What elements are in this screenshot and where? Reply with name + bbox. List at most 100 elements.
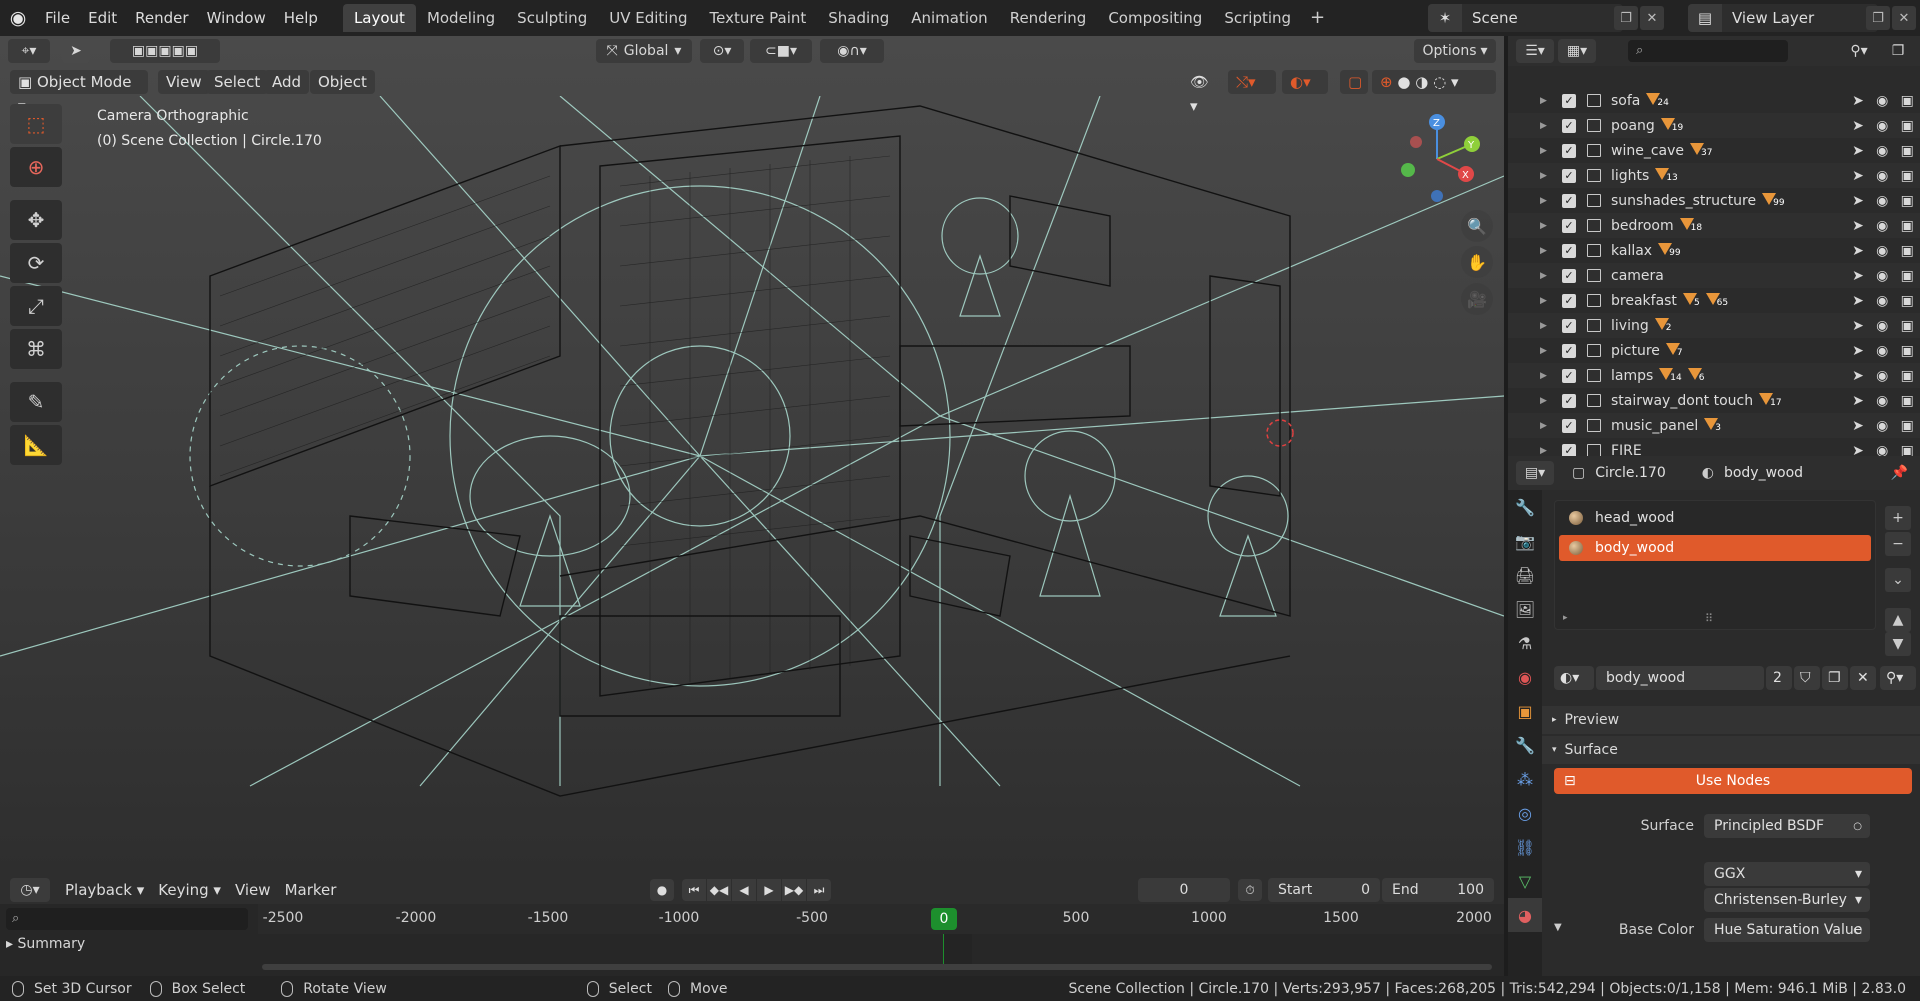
base-color-field[interactable]: Hue Saturation Value ○ <box>1704 918 1870 942</box>
delete-scene-icon[interactable]: ✕ <box>1640 6 1664 30</box>
menu-playback[interactable]: Playback ▾ <box>58 881 151 899</box>
eye-icon[interactable]: ◉ <box>1876 168 1888 184</box>
menu-add[interactable]: Add <box>264 70 310 94</box>
camera-render-icon[interactable]: ▣ <box>1901 168 1914 184</box>
jump-keyframe-forward-icon[interactable]: ▶◆ <box>782 879 806 901</box>
outliner-editor-type-icon[interactable]: ☰▾ <box>1516 39 1554 63</box>
camera-render-icon[interactable]: ▣ <box>1901 418 1914 434</box>
summary-channel[interactable]: ▸ Summary <box>6 936 85 952</box>
exclude-checkbox[interactable]: ✓ <box>1562 168 1576 183</box>
record-icon[interactable]: ● <box>650 879 674 901</box>
outliner-row[interactable]: ▶ ✓ FIRE ➤ ◉ ▣ <box>1508 438 1920 456</box>
expand-triangle-icon[interactable]: ▶ <box>1540 446 1547 456</box>
expand-triangle-icon[interactable]: ▶ <box>1540 121 1547 131</box>
outliner-row[interactable]: ▶ ✓ sunshades_structure 99 ➤ ◉ ▣ <box>1508 188 1920 213</box>
pan-hand-icon[interactable]: ✋ <box>1461 246 1493 278</box>
selectable-arrow-icon[interactable]: ➤ <box>1852 168 1864 184</box>
material-slot[interactable]: body_wood <box>1559 535 1871 561</box>
camera-render-icon[interactable]: ▣ <box>1901 93 1914 109</box>
output-tab-icon[interactable]: 🖨 <box>1508 558 1542 592</box>
delete-view-layer-icon[interactable]: ✕ <box>1892 6 1916 30</box>
eye-icon[interactable]: ◉ <box>1876 268 1888 284</box>
exclude-checkbox[interactable]: ✓ <box>1562 368 1576 383</box>
tab-layout[interactable]: Layout <box>342 4 416 32</box>
cursor-tool-icon[interactable]: ⊕ <box>10 147 62 187</box>
tab-sculpting[interactable]: Sculpting <box>506 4 598 32</box>
tab-texture-paint[interactable]: Texture Paint <box>698 4 817 32</box>
select-cursor-icon[interactable]: ➤ <box>62 39 90 63</box>
exclude-checkbox[interactable]: ✓ <box>1562 193 1576 208</box>
expand-triangle-icon[interactable]: ▶ <box>1540 171 1547 181</box>
timeline-scrollbar[interactable] <box>262 964 1492 970</box>
menu-marker[interactable]: Marker <box>278 881 344 899</box>
selectable-arrow-icon[interactable]: ➤ <box>1852 343 1864 359</box>
selectable-arrow-icon[interactable]: ➤ <box>1852 268 1864 284</box>
frame-ruler[interactable]: -2500 -2000 -1500 -1000 -500 0 500 1000 … <box>258 904 1504 934</box>
solid-shading-icon[interactable]: ● <box>1397 73 1410 91</box>
render-tab-icon[interactable]: 📷 <box>1508 524 1542 558</box>
outliner-row[interactable]: ▶ ✓ lamps 14 6 ➤ ◉ ▣ <box>1508 363 1920 388</box>
slot-specials-button[interactable]: ⌄ <box>1885 568 1911 592</box>
zoom-icon[interactable]: 🔍 <box>1461 210 1493 242</box>
expand-triangle-icon[interactable]: ▶ <box>1540 321 1547 331</box>
camera-render-icon[interactable]: ▣ <box>1901 143 1914 159</box>
selectable-arrow-icon[interactable]: ➤ <box>1852 318 1864 334</box>
user-count-badge[interactable]: 2 <box>1766 666 1792 690</box>
expand-triangle-icon[interactable]: ▶ <box>1540 371 1547 381</box>
eye-icon[interactable]: ◉ <box>1876 143 1888 159</box>
data-tab-icon[interactable]: ▽ <box>1508 864 1542 898</box>
expand-triangle-icon[interactable]: ▸ <box>1563 613 1568 623</box>
object-tab-icon[interactable]: ▣ <box>1508 694 1542 728</box>
material-tab-icon[interactable]: ◕ <box>1508 898 1542 932</box>
tab-rendering[interactable]: Rendering <box>999 4 1098 32</box>
link-dropdown-icon[interactable]: ⚲▾ <box>1880 666 1916 690</box>
eye-icon[interactable]: ◉ <box>1876 393 1888 409</box>
camera-render-icon[interactable]: ▣ <box>1901 293 1914 309</box>
camera-render-icon[interactable]: ▣ <box>1901 218 1914 234</box>
object-mode-dropdown[interactable]: ▣ Object Mode ▾ <box>10 70 148 115</box>
surface-shader-field[interactable]: Principled BSDF ○ <box>1704 814 1870 838</box>
outliner-row[interactable]: ▶ ✓ breakfast 5 65 ➤ ◉ ▣ <box>1508 288 1920 313</box>
move-slot-up-button[interactable]: ▲ <box>1885 608 1911 632</box>
material-slot[interactable]: head_wood <box>1559 505 1871 531</box>
physics-tab-icon[interactable]: ◎ <box>1508 796 1542 830</box>
resize-grip-icon[interactable]: ⠿ <box>1705 612 1713 625</box>
3d-viewport[interactable]: ⌖▾ ➤ ▣▣▣▣▣ ⤧ Global ▾ ⊙▾ ⊂■▾ ◉∩▾ Options… <box>0 36 1504 876</box>
menu-object[interactable]: Object <box>310 70 375 94</box>
exclude-checkbox[interactable]: ✓ <box>1562 243 1576 258</box>
eye-icon[interactable]: ◉ <box>1876 418 1888 434</box>
eye-icon[interactable]: ◉ <box>1876 443 1888 457</box>
measure-tool-icon[interactable]: 📐 <box>10 425 62 465</box>
subsurface-method-dropdown[interactable]: Christensen-Burley ▾ <box>1704 888 1870 912</box>
unlink-material-icon[interactable]: ✕ <box>1850 666 1876 690</box>
menu-file[interactable]: File <box>36 0 79 36</box>
jump-keyframe-back-icon[interactable]: ◆◀ <box>707 879 731 901</box>
selectable-arrow-icon[interactable]: ➤ <box>1852 93 1864 109</box>
play-reverse-icon[interactable]: ◀ <box>732 879 756 901</box>
options-dropdown[interactable]: Options ▾ <box>1414 39 1496 63</box>
duplicate-material-icon[interactable]: ❐ <box>1822 666 1848 690</box>
camera-render-icon[interactable]: ▣ <box>1901 368 1914 384</box>
expand-triangle-icon[interactable]: ▶ <box>1540 146 1547 156</box>
eye-icon[interactable]: ◉ <box>1876 118 1888 134</box>
camera-render-icon[interactable]: ▣ <box>1901 193 1914 209</box>
menu-edit[interactable]: Edit <box>79 0 126 36</box>
outliner-row[interactable]: ▶ ✓ picture 7 ➤ ◉ ▣ <box>1508 338 1920 363</box>
annotate-tool-icon[interactable]: ✎ <box>10 382 62 422</box>
expand-triangle-icon[interactable]: ▶ <box>1540 421 1547 431</box>
snap-icon[interactable]: ⊂■▾ <box>750 39 812 63</box>
playhead-frame-indicator[interactable]: 0 <box>931 908 957 930</box>
tab-scripting[interactable]: Scripting <box>1213 4 1302 32</box>
camera-render-icon[interactable]: ▣ <box>1901 343 1914 359</box>
visibility-icon[interactable]: 👁▾ <box>1182 70 1222 115</box>
camera-render-icon[interactable]: ▣ <box>1901 268 1914 284</box>
exclude-checkbox[interactable]: ✓ <box>1562 143 1576 158</box>
expand-triangle-icon[interactable]: ▶ <box>1540 196 1547 206</box>
constraints-tab-icon[interactable]: ⛓ <box>1508 830 1542 864</box>
new-scene-icon[interactable]: ❐ <box>1614 6 1638 30</box>
browse-material-button[interactable]: ◐▾ <box>1554 666 1594 690</box>
surface-panel-header[interactable]: ▾ Surface <box>1542 736 1920 764</box>
new-view-layer-icon[interactable]: ❐ <box>1866 6 1890 30</box>
eye-icon[interactable]: ◉ <box>1876 193 1888 209</box>
tab-animation[interactable]: Animation <box>900 4 998 32</box>
